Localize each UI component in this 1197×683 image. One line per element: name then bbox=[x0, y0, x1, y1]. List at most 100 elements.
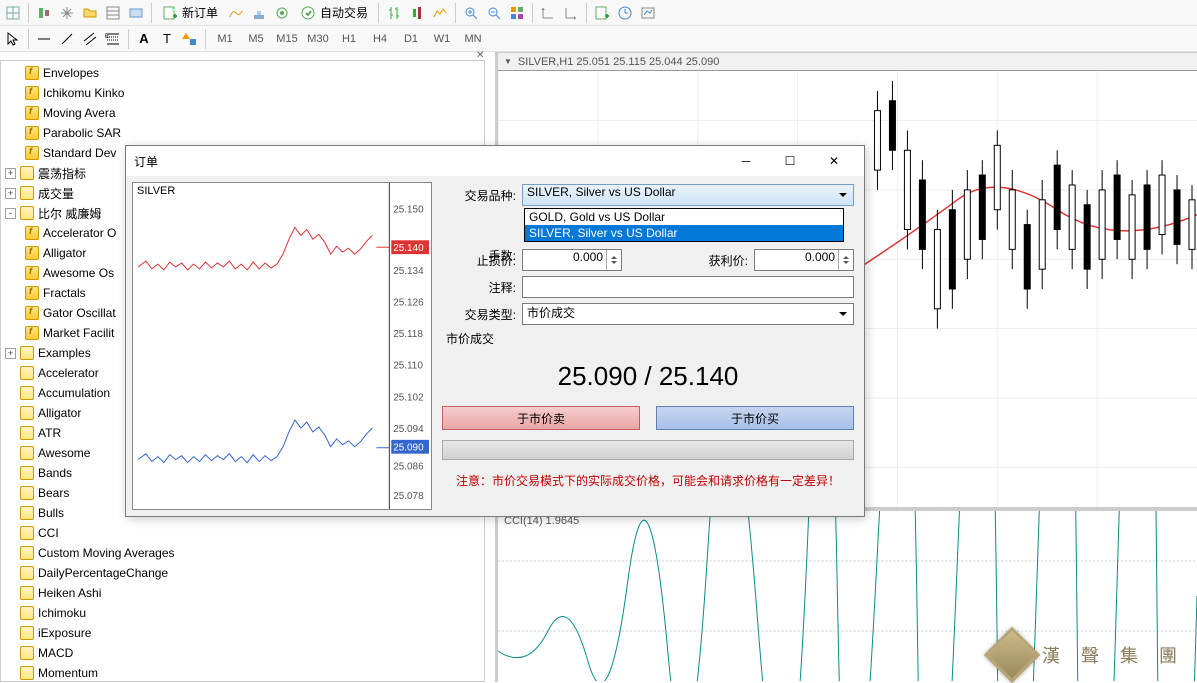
toolbar-btn[interactable] bbox=[537, 2, 559, 24]
indicator-icon bbox=[25, 266, 39, 280]
cursor-icon[interactable] bbox=[2, 28, 24, 50]
panel-close-icon[interactable]: ✕ bbox=[476, 50, 1195, 61]
tree-toggle-icon[interactable]: - bbox=[5, 208, 16, 219]
toolbar-btn[interactable] bbox=[406, 2, 428, 24]
toolbar-btn[interactable] bbox=[248, 2, 270, 24]
type-select[interactable]: 市价成交 bbox=[522, 303, 854, 325]
sl-label: 止损价: bbox=[442, 252, 522, 269]
tree-toggle-icon[interactable]: + bbox=[5, 348, 16, 359]
brand-text: 漢 聲 集 團 bbox=[1042, 642, 1185, 668]
spinner-icon[interactable] bbox=[606, 250, 621, 270]
folder-icon bbox=[20, 366, 34, 380]
toolbar-btn[interactable] bbox=[2, 2, 24, 24]
tree-label: 震荡指标 bbox=[38, 165, 86, 182]
symbol-dropdown[interactable]: GOLD, Gold vs US Dollar SILVER, Silver v… bbox=[524, 208, 844, 242]
toolbar-btn[interactable] bbox=[429, 2, 451, 24]
tree-item[interactable]: iExposure bbox=[1, 623, 484, 643]
toolbar-btn[interactable] bbox=[225, 2, 247, 24]
text-T-icon[interactable]: T bbox=[156, 28, 178, 50]
tree-toggle-icon[interactable]: + bbox=[5, 168, 16, 179]
close-button[interactable]: ✕ bbox=[812, 147, 856, 175]
tree-label: ATR bbox=[38, 426, 61, 440]
toolbar-btn[interactable] bbox=[33, 2, 55, 24]
timeframe-w1[interactable]: W1 bbox=[427, 29, 457, 49]
auto-trade-label: 自动交易 bbox=[320, 4, 368, 21]
indicator-icon bbox=[25, 286, 39, 300]
toolbar-btn[interactable] bbox=[591, 2, 613, 24]
execution-section-title: 市价成交 bbox=[446, 330, 854, 347]
folder-icon bbox=[20, 666, 34, 680]
tree-item[interactable]: Custom Moving Averages bbox=[1, 543, 484, 563]
new-order-button[interactable]: 新订单 bbox=[156, 2, 224, 24]
cci-indicator-panel[interactable]: CCI(14) 1.9645 漢 聲 集 團 bbox=[498, 511, 1197, 681]
folder-icon bbox=[20, 626, 34, 640]
tree-item[interactable]: CCI bbox=[1, 523, 484, 543]
timeframe-h4[interactable]: H4 bbox=[365, 29, 395, 49]
tree-item[interactable]: Envelopes bbox=[1, 63, 484, 83]
shapes-icon[interactable] bbox=[179, 28, 201, 50]
tree-item[interactable]: DailyPercentageChange bbox=[1, 563, 484, 583]
timeframe-m15[interactable]: M15 bbox=[272, 29, 302, 49]
sl-input[interactable]: 0.000 bbox=[522, 249, 622, 271]
tree-item[interactable]: Moving Avera bbox=[1, 103, 484, 123]
bid-ask-price: 25.090 / 25.140 bbox=[442, 361, 854, 392]
maximize-button[interactable]: ☐ bbox=[768, 147, 812, 175]
tree-item[interactable]: Momentum bbox=[1, 663, 484, 682]
svg-text:25.134: 25.134 bbox=[393, 266, 424, 277]
timeframe-h1[interactable]: H1 bbox=[334, 29, 364, 49]
toolbar-btn[interactable] bbox=[506, 2, 528, 24]
dropdown-item-gold[interactable]: GOLD, Gold vs US Dollar bbox=[525, 209, 843, 225]
tree-label: Alligator bbox=[43, 246, 86, 260]
dialog-titlebar[interactable]: 订单 ─ ☐ ✕ bbox=[126, 146, 864, 176]
spinner-icon[interactable] bbox=[838, 250, 853, 270]
tree-label: DailyPercentageChange bbox=[38, 566, 168, 580]
sell-button[interactable]: 于市价卖 bbox=[442, 406, 640, 430]
timeframe-mn[interactable]: MN bbox=[458, 29, 488, 49]
tree-label: Awesome Os bbox=[43, 266, 114, 280]
dialog-title-text: 订单 bbox=[134, 153, 158, 170]
tree-item[interactable]: Ichikomu Kinko bbox=[1, 83, 484, 103]
toolbar-btn[interactable] bbox=[56, 2, 78, 24]
dropdown-item-silver[interactable]: SILVER, Silver vs US Dollar bbox=[525, 225, 843, 241]
zoom-in-icon[interactable] bbox=[460, 2, 482, 24]
tree-item[interactable]: Heiken Ashi bbox=[1, 583, 484, 603]
auto-trade-button[interactable]: 自动交易 bbox=[294, 2, 374, 24]
tree-label: CCI bbox=[38, 526, 59, 540]
comment-input[interactable] bbox=[522, 276, 854, 298]
timeframe-m5[interactable]: M5 bbox=[241, 29, 271, 49]
tree-item[interactable]: MACD bbox=[1, 643, 484, 663]
line-horiz-icon[interactable] bbox=[33, 28, 55, 50]
tree-toggle-icon[interactable]: + bbox=[5, 188, 16, 199]
progress-bar bbox=[442, 440, 854, 460]
tree-item[interactable]: Ichimoku bbox=[1, 603, 484, 623]
indicator-icon bbox=[25, 326, 39, 340]
buy-button[interactable]: 于市价买 bbox=[656, 406, 854, 430]
channel-icon[interactable] bbox=[79, 28, 101, 50]
zoom-out-icon[interactable] bbox=[483, 2, 505, 24]
indicator-icon bbox=[25, 226, 39, 240]
svg-text:25.126: 25.126 bbox=[393, 298, 424, 309]
timeframe-m1[interactable]: M1 bbox=[210, 29, 240, 49]
toolbar-btn[interactable] bbox=[79, 2, 101, 24]
tree-item[interactable]: Parabolic SAR bbox=[1, 123, 484, 143]
indicator-icon bbox=[25, 106, 39, 120]
minimize-button[interactable]: ─ bbox=[724, 147, 768, 175]
tick-chart-title: SILVER bbox=[137, 185, 175, 197]
fibo-icon[interactable]: E bbox=[102, 28, 124, 50]
line-diag-icon[interactable] bbox=[56, 28, 78, 50]
text-A-icon[interactable]: A bbox=[133, 28, 155, 50]
symbol-select[interactable]: SILVER, Silver vs US Dollar bbox=[522, 184, 854, 206]
clock-icon[interactable] bbox=[614, 2, 636, 24]
toolbar-btn[interactable] bbox=[383, 2, 405, 24]
toolbar-btn[interactable] bbox=[125, 2, 147, 24]
toolbar-btn[interactable] bbox=[271, 2, 293, 24]
timeframe-d1[interactable]: D1 bbox=[396, 29, 426, 49]
timeframe-m30[interactable]: M30 bbox=[303, 29, 333, 49]
toolbar-btn[interactable] bbox=[102, 2, 124, 24]
svg-text:25.150: 25.150 bbox=[393, 205, 424, 216]
tree-label: Custom Moving Averages bbox=[38, 546, 175, 560]
tree-label: Bands bbox=[38, 466, 72, 480]
tp-input[interactable]: 0.000 bbox=[754, 249, 854, 271]
toolbar-btn[interactable] bbox=[637, 2, 659, 24]
toolbar-btn[interactable] bbox=[560, 2, 582, 24]
